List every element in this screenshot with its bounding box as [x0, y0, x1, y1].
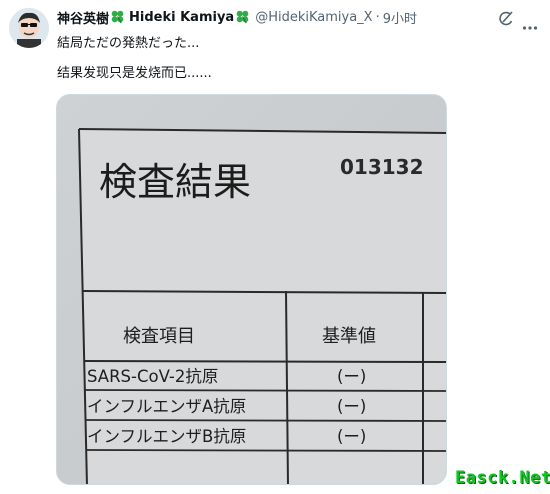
more-dots-icon[interactable]	[522, 16, 538, 35]
display-name-en[interactable]: Hideki Kamiya	[129, 10, 234, 25]
tweet-header: 神谷英樹 Hideki Kamiya @HidekiKamiya_X · 9小时	[57, 8, 417, 27]
grok-icon[interactable]	[497, 10, 515, 28]
table-cell-item: インフルエンザB抗原	[87, 427, 246, 446]
user-handle[interactable]: @HidekiKamiya_X	[255, 10, 372, 25]
four-leaf-clover-icon	[235, 9, 250, 26]
table-cell-item: SARS-CoV-2抗原	[87, 367, 218, 386]
table-cell-value: (ー)	[337, 367, 366, 386]
test-result-document: 検査結果 013132 検査項目 基準値 SARS-CoV-2抗原 (ー) イン…	[57, 95, 446, 484]
separator-dot: ·	[375, 10, 380, 25]
table-cell-value: (ー)	[337, 427, 366, 446]
table-cell-item: インフルエンザA抗原	[87, 397, 246, 416]
tweet-original-text: 結局ただの発熱だった...	[57, 36, 200, 51]
four-leaf-clover-icon	[110, 9, 125, 26]
watermark-logo: Easck.Net	[455, 468, 550, 488]
table-cell-value: (ー)	[337, 397, 366, 416]
display-name-jp[interactable]: 神谷英樹	[57, 8, 109, 27]
document-title: 検査結果	[99, 160, 251, 204]
avatar-icon	[9, 8, 49, 48]
tweet-translated-text: 结果发现只是发烧而已......	[57, 66, 212, 81]
table-header-item: 検査項目	[123, 326, 195, 347]
avatar[interactable]	[9, 8, 49, 48]
document-number: 013132	[340, 155, 424, 179]
table-header-reference: 基準値	[322, 326, 376, 347]
tweet-media-photo[interactable]: 検査結果 013132 検査項目 基準値 SARS-CoV-2抗原 (ー) イン…	[56, 94, 447, 485]
timestamp[interactable]: 9小时	[383, 8, 417, 27]
